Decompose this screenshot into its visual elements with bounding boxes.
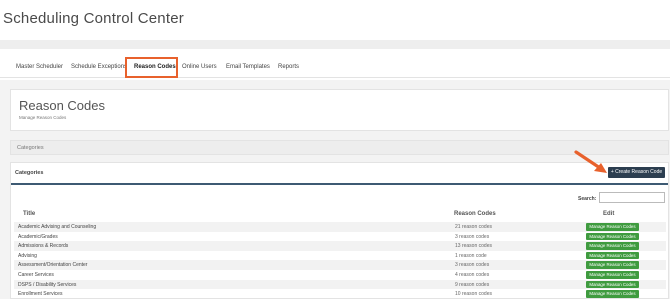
table-row: Academic/Grades 3 reason codes Manage Re… xyxy=(14,232,666,242)
reason-code-count: 21 reason codes xyxy=(455,224,492,230)
table-row: Career Services 4 reason codes Manage Re… xyxy=(14,270,666,280)
manage-reason-codes-button[interactable]: Manage Reason Codes xyxy=(586,290,639,298)
category-title: DSPS / Disability Services xyxy=(18,281,77,288)
table-row: Enrollment Services 10 reason codes Mana… xyxy=(14,289,666,299)
reason-code-count: 1 reason code xyxy=(455,252,487,259)
manage-reason-codes-button[interactable]: Manage Reason Codes xyxy=(586,251,639,260)
reason-code-count: 4 reason codes xyxy=(455,271,490,278)
manage-reason-codes-button[interactable]: Manage Reason Codes xyxy=(586,261,639,269)
reason-code-count: 3 reason codes xyxy=(455,262,490,269)
search-label: Search: xyxy=(578,196,597,202)
categories-bar-label: Categories xyxy=(17,145,44,151)
app-title: Scheduling Control Center xyxy=(3,10,184,27)
reason-code-count: 3 reason codes xyxy=(455,233,490,240)
column-header-reason-codes[interactable]: Reason Codes xyxy=(454,211,496,217)
top-band xyxy=(0,40,670,49)
tab-online-users[interactable]: Online Users xyxy=(182,56,217,78)
category-title: Academic Advising and Counseling xyxy=(18,224,97,230)
create-reason-code-button[interactable]: + Create Reason Code xyxy=(608,167,665,178)
page-header-card: Reason Codes Manage Reason Codes xyxy=(10,89,669,131)
manage-reason-codes-button[interactable]: Manage Reason Codes xyxy=(586,280,639,289)
manage-reason-codes-button[interactable]: Manage Reason Codes xyxy=(586,232,639,241)
panel-divider xyxy=(11,183,668,185)
categories-table: Academic Advising and Counseling 21 reas… xyxy=(14,222,666,299)
tab-schedule-exceptions[interactable]: Schedule Exceptions xyxy=(71,56,127,78)
category-title: Assessment/Orientation Center xyxy=(18,262,88,269)
reason-code-count: 13 reason codes xyxy=(455,243,492,250)
search-input[interactable] xyxy=(599,192,665,203)
orange-arrow-icon xyxy=(574,150,607,173)
column-header-edit: Edit xyxy=(603,211,615,217)
manage-reason-codes-button[interactable]: Manage Reason Codes xyxy=(586,223,639,231)
tab-email-templates[interactable]: Email Templates xyxy=(226,56,270,78)
categories-panel: Categories + Create Reason Code Search: … xyxy=(10,162,669,299)
column-header-title[interactable]: Title xyxy=(23,211,35,217)
category-title: Academic/Grades xyxy=(18,233,58,240)
table-row: Academic Advising and Counseling 21 reas… xyxy=(14,222,666,232)
table-row: Assessment/Orientation Center 3 reason c… xyxy=(14,260,666,270)
panel-title: Categories xyxy=(15,170,44,176)
table-row: DSPS / Disability Services 9 reason code… xyxy=(14,279,666,290)
reason-code-count: 10 reason codes xyxy=(455,291,492,298)
manage-reason-codes-button[interactable]: Manage Reason Codes xyxy=(586,270,639,279)
reason-code-count: 9 reason codes xyxy=(455,281,490,288)
category-title: Career Services xyxy=(18,271,54,278)
tab-bar: Master Scheduler Schedule Exceptions Rea… xyxy=(0,56,670,78)
categories-bar: Categories xyxy=(10,140,669,155)
active-tab-highlight xyxy=(125,57,178,78)
table-row: Admissions & Records 13 reason codes Man… xyxy=(14,241,666,251)
category-title: Admissions & Records xyxy=(18,243,69,250)
tab-master-scheduler[interactable]: Master Scheduler xyxy=(16,56,63,78)
manage-reason-codes-button[interactable]: Manage Reason Codes xyxy=(586,242,639,250)
tab-reports[interactable]: Reports xyxy=(278,56,299,78)
category-title: Advising xyxy=(18,252,37,259)
category-title: Enrollment Services xyxy=(18,291,63,298)
table-row: Advising 1 reason code Manage Reason Cod… xyxy=(14,251,666,261)
page-subtitle: Manage Reason Codes xyxy=(19,115,67,120)
page-title: Reason Codes xyxy=(19,98,105,113)
